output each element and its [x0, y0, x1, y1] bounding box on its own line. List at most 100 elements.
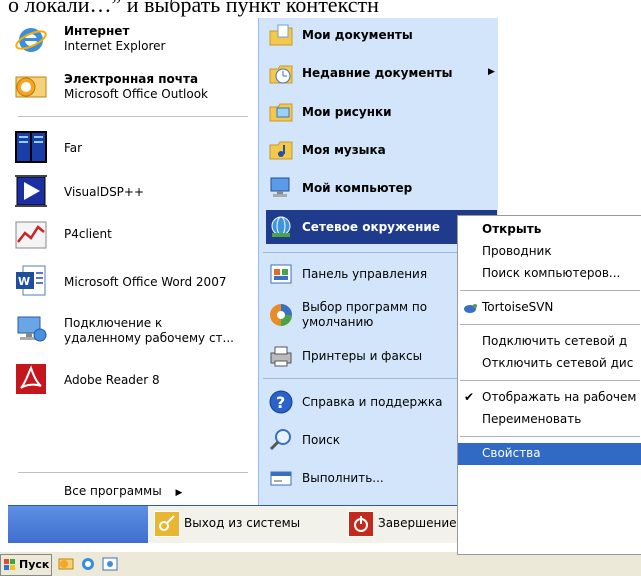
network-places-icon — [268, 214, 294, 240]
checkmark-icon: ✔ — [464, 390, 475, 404]
start-item-far[interactable]: Far — [8, 128, 258, 168]
power-icon — [348, 511, 374, 537]
far-label: Far — [64, 141, 83, 155]
far-manager-icon — [14, 130, 48, 164]
outlook-icon — [14, 69, 48, 103]
ie-quicklaunch-icon[interactable] — [80, 556, 96, 572]
start-item-email[interactable]: Электронная почта Microsoft Office Outlo… — [8, 66, 258, 106]
context-separator-3 — [460, 380, 640, 381]
start-menu: Интернет Internet Explorer Электронная п… — [8, 18, 507, 543]
help-icon: ? — [268, 389, 294, 415]
adobe-reader-label: Adobe Reader 8 — [64, 373, 160, 387]
context-item-open-label: Открыть — [482, 222, 542, 236]
start-item-my-pictures[interactable]: Мои рисунки — [266, 96, 497, 128]
my-computer-icon — [268, 175, 294, 201]
email-subtitle: Microsoft Office Outlook — [64, 87, 208, 101]
taskbar: Пуск — [0, 552, 641, 576]
adobe-reader-icon — [14, 362, 48, 396]
context-item-show-on-desktop[interactable]: ✔ Отображать на рабочем — [458, 387, 641, 409]
all-programs-separator — [18, 472, 248, 473]
p4client-label: P4client — [64, 227, 112, 241]
internet-title: Интернет — [64, 24, 130, 38]
context-item-tortoisesvn[interactable]: TortoiseSVN — [458, 297, 641, 319]
recent-documents-icon — [268, 61, 294, 87]
email-title: Электронная почта — [64, 72, 199, 86]
start-item-adobe-reader[interactable]: Adobe Reader 8 — [8, 360, 258, 400]
start-menu-bottom-bar: Выход из системы Завершение работы — [8, 505, 507, 543]
my-music-label: Моя музыка — [302, 143, 386, 157]
context-item-open[interactable]: Открыть — [458, 219, 641, 241]
context-item-disconnect-drive-label: Отключить сетевой дис — [482, 356, 634, 370]
start-item-recent-documents[interactable]: Недавние документы ▶ — [266, 58, 497, 90]
svg-text:?: ? — [276, 393, 285, 412]
my-documents-icon — [268, 23, 294, 49]
context-separator-4 — [460, 436, 640, 437]
windows-flag-icon — [4, 559, 15, 570]
p4client-icon — [14, 218, 48, 252]
default-programs-label-line2: умолчанию — [302, 315, 374, 329]
remote-desktop-label-line2: удаленному рабочему ст... — [64, 331, 234, 345]
submenu-arrow-icon: ▶ — [488, 67, 495, 77]
start-item-my-documents[interactable]: Мои документы — [266, 20, 497, 52]
remote-desktop-label-line1: Подключение к — [64, 316, 163, 330]
document-text-fragment: о локали…” и выбрать пункт контекстн — [8, 0, 379, 17]
svg-text:W: W — [18, 275, 30, 288]
run-icon — [268, 465, 294, 491]
start-item-internet[interactable]: Интернет Internet Explorer — [8, 20, 258, 60]
my-documents-label: Мои документы — [302, 28, 413, 42]
internet-subtitle: Internet Explorer — [64, 39, 166, 53]
my-computer-label: Мой компьютер — [302, 181, 413, 195]
pinned-separator — [18, 116, 248, 117]
context-item-tortoisesvn-label: TortoiseSVN — [482, 300, 554, 314]
word-icon: W — [14, 264, 48, 298]
tortoisesvn-icon — [464, 304, 477, 313]
key-icon — [154, 511, 180, 537]
context-item-map-drive-label: Подключить сетевой д — [482, 334, 628, 348]
start-item-p4client[interactable]: P4client — [8, 216, 258, 256]
default-programs-icon — [268, 302, 294, 328]
logout-label: Выход из системы — [184, 516, 301, 530]
context-separator-1 — [460, 290, 640, 291]
printers-icon — [268, 343, 294, 369]
outlook-quicklaunch-icon[interactable] — [58, 556, 74, 572]
printers-label: Принтеры и факсы — [302, 349, 423, 363]
my-pictures-label: Мои рисунки — [302, 105, 392, 119]
arrow-right-icon: ▶ — [175, 488, 183, 498]
context-item-show-on-desktop-label: Отображать на рабочем — [482, 390, 637, 404]
start-button[interactable]: Пуск — [0, 554, 52, 576]
context-item-explorer-label: Проводник — [482, 244, 552, 258]
context-item-properties-label: Свойства — [482, 446, 541, 460]
word-label: Microsoft Office Word 2007 — [64, 275, 227, 289]
context-item-rename[interactable]: Переименовать — [458, 409, 641, 431]
my-music-icon — [268, 137, 294, 163]
recent-documents-label: Недавние документы — [302, 66, 453, 80]
context-item-properties[interactable]: Свойства — [458, 443, 641, 465]
visualdsp-icon — [14, 174, 48, 208]
start-item-visualdsp[interactable]: VisualDSP++ — [8, 172, 258, 212]
help-label: Справка и поддержка — [302, 395, 443, 409]
context-item-explorer[interactable]: Проводник — [458, 241, 641, 263]
start-menu-left-column: Интернет Internet Explorer Электронная п… — [8, 18, 258, 505]
control-panel-icon — [268, 261, 294, 287]
context-item-disconnect-drive[interactable]: Отключить сетевой дис — [458, 353, 641, 375]
start-item-remote-desktop[interactable]: Подключение к удаленному рабочему ст... — [8, 310, 258, 350]
start-item-my-computer[interactable]: Мой компьютер — [266, 172, 497, 204]
run-label: Выполнить... — [302, 471, 384, 485]
network-places-label: Сетевое окружение — [302, 220, 440, 234]
control-panel-label: Панель управления — [302, 267, 428, 281]
all-programs-label: Все программы — [64, 484, 162, 498]
context-item-search-computers-label: Поиск компьютеров... — [482, 266, 621, 280]
start-button-label: Пуск — [19, 558, 50, 571]
my-pictures-icon — [268, 99, 294, 125]
show-desktop-icon[interactable] — [102, 556, 118, 572]
context-item-map-drive[interactable]: Подключить сетевой д — [458, 331, 641, 353]
start-item-my-music[interactable]: Моя музыка — [266, 134, 497, 166]
start-item-word[interactable]: W Microsoft Office Word 2007 — [8, 262, 258, 302]
default-programs-label-line1: Выбор программ по — [302, 300, 428, 314]
internet-explorer-icon — [14, 23, 48, 57]
context-menu: Открыть Проводник Поиск компьютеров... T… — [457, 215, 641, 555]
context-item-search-computers[interactable]: Поиск компьютеров... — [458, 263, 641, 285]
context-item-rename-label: Переименовать — [482, 412, 582, 426]
search-label: Поиск — [302, 433, 341, 447]
all-programs-button[interactable]: Все программы ▶ — [64, 484, 182, 498]
